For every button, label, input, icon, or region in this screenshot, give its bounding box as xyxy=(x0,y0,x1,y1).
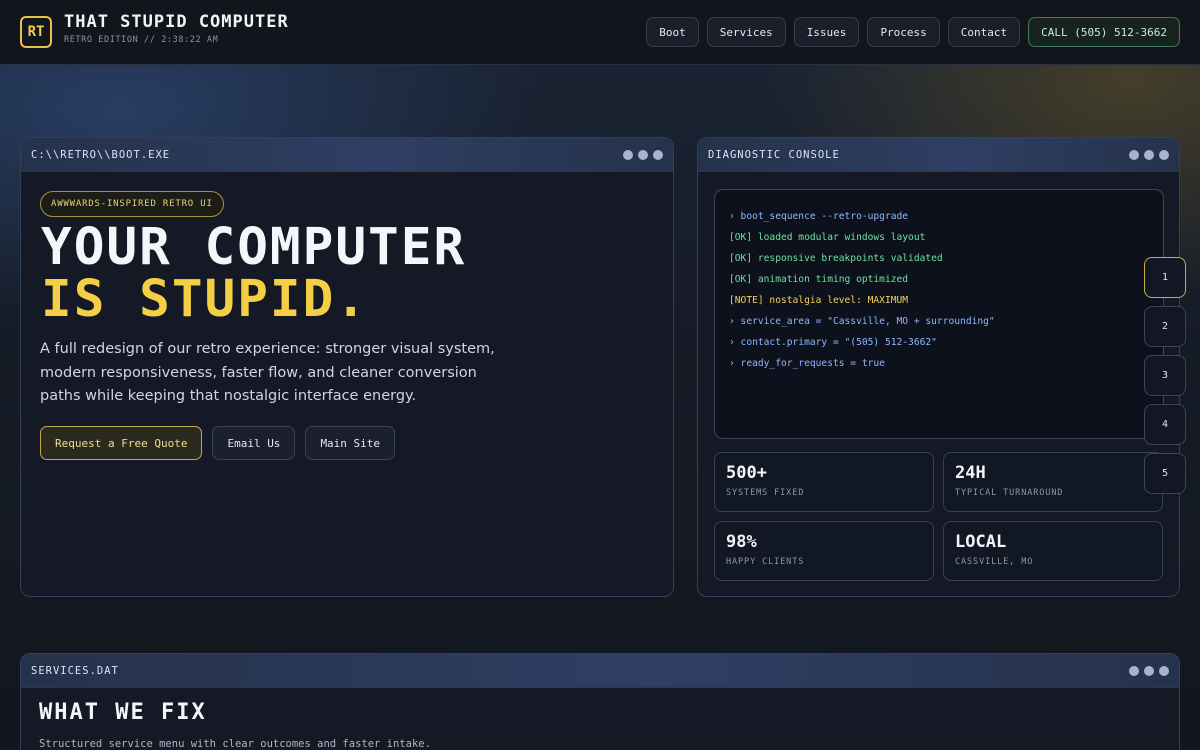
nav-process[interactable]: Process xyxy=(867,17,940,47)
brand-logo[interactable]: RT xyxy=(20,16,52,48)
services-heading: WHAT WE FIX xyxy=(39,700,207,725)
console-output: › boot_sequence --retro-upgrade [OK] loa… xyxy=(714,189,1164,439)
stat-card-systems-fixed: 500+ SYSTEMS FIXED xyxy=(714,452,934,512)
window-dot-icon xyxy=(1129,665,1139,676)
console-line: [NOTE] nostalgia level: MAXIMUM xyxy=(729,295,909,306)
stat-label: HAPPY CLIENTS xyxy=(726,557,805,567)
step-button-1[interactable]: 1 xyxy=(1144,257,1186,298)
diagnostic-window-title: DIAGNOSTIC CONSOLE xyxy=(708,148,840,161)
nav-boot[interactable]: Boot xyxy=(646,17,699,47)
window-dot-icon xyxy=(653,149,663,160)
services-window-titlebar: SERVICES.DAT xyxy=(21,654,1179,688)
window-dot-icon xyxy=(638,149,648,160)
console-line: [OK] responsive breakpoints validated xyxy=(729,253,943,264)
window-dot-icon xyxy=(1129,149,1139,160)
step-button-4[interactable]: 4 xyxy=(1144,404,1186,445)
boot-window: C:\\RETRO\\BOOT.EXE AWWWARDS-INSPIRED RE… xyxy=(20,137,674,597)
stat-card-turnaround: 24H TYPICAL TURNAROUND xyxy=(943,452,1163,512)
window-dot-icon xyxy=(1159,665,1169,676)
window-dot-icon xyxy=(623,149,633,160)
stat-card-happy-clients: 98% HAPPY CLIENTS xyxy=(714,521,934,581)
step-button-5[interactable]: 5 xyxy=(1144,453,1186,494)
hero-headline-line2: IS STUPID. xyxy=(41,270,369,329)
console-line: › boot_sequence --retro-upgrade xyxy=(729,211,909,222)
stat-value: 98% xyxy=(726,532,757,552)
hero-description: A full redesign of our retro experience:… xyxy=(40,341,495,404)
email-us-button[interactable]: Email Us xyxy=(212,426,296,460)
console-line: › ready_for_requests = true xyxy=(729,358,885,369)
stat-label: TYPICAL TURNAROUND xyxy=(955,488,1064,498)
brand-title[interactable]: THAT STUPID COMPUTER xyxy=(64,12,289,32)
diagnostic-window-titlebar: DIAGNOSTIC CONSOLE xyxy=(698,138,1179,172)
hero-cta-group: Request a Free Quote Email Us Main Site xyxy=(40,426,396,460)
stat-label: CASSVILLE, MO xyxy=(955,557,1034,567)
nav-contact[interactable]: Contact xyxy=(947,17,1021,47)
main-site-button[interactable]: Main Site xyxy=(305,426,396,460)
section-step-nav: 1 2 3 4 5 xyxy=(1144,257,1186,494)
window-dot-icon xyxy=(1159,149,1169,160)
nav-services[interactable]: Services xyxy=(706,17,786,47)
console-line: › contact.primary = "(505) 512-3662" xyxy=(729,337,937,348)
stat-value: LOCAL xyxy=(955,532,1007,552)
step-button-2[interactable]: 2 xyxy=(1144,306,1186,347)
stat-label: SYSTEMS FIXED xyxy=(726,488,805,498)
diagnostic-window: DIAGNOSTIC CONSOLE › boot_sequence --ret… xyxy=(697,137,1180,597)
hero-tag-badge: AWWWARDS-INSPIRED RETRO UI xyxy=(40,191,224,217)
stat-value: 500+ xyxy=(726,463,767,483)
window-controls xyxy=(623,149,663,160)
hero-headline: YOUR COMPUTER IS STUPID. xyxy=(41,222,466,326)
window-controls xyxy=(1129,149,1169,160)
hero-headline-line1: YOUR COMPUTER xyxy=(41,218,467,277)
boot-window-titlebar: C:\\RETRO\\BOOT.EXE xyxy=(21,138,673,172)
main-nav: Boot Services Issues Process Contact CAL… xyxy=(646,17,1180,47)
console-line: [OK] animation timing optimized xyxy=(729,274,909,285)
console-line: › service_area = "Cassville, MO + surrou… xyxy=(729,316,995,327)
window-dot-icon xyxy=(1144,665,1154,676)
window-dot-icon xyxy=(1144,149,1154,160)
top-header: RT THAT STUPID COMPUTER RETRO EDITION //… xyxy=(0,0,1200,65)
call-phone-button[interactable]: CALL (505) 512-3662 xyxy=(1028,17,1180,47)
nav-issues[interactable]: Issues xyxy=(793,17,860,47)
console-line: [OK] loaded modular windows layout xyxy=(729,232,926,243)
services-subtitle: Structured service menu with clear outco… xyxy=(39,738,431,750)
request-quote-button[interactable]: Request a Free Quote xyxy=(40,426,203,460)
brand-subtitle-clock: RETRO EDITION // 2:38:22 AM xyxy=(64,35,219,45)
stat-card-local: LOCAL CASSVILLE, MO xyxy=(943,521,1163,581)
boot-window-title: C:\\RETRO\\BOOT.EXE xyxy=(31,148,171,161)
services-window: SERVICES.DAT WHAT WE FIX Structured serv… xyxy=(20,653,1180,750)
window-controls xyxy=(1129,665,1169,676)
step-button-3[interactable]: 3 xyxy=(1144,355,1186,396)
stat-value: 24H xyxy=(955,463,986,483)
services-window-title: SERVICES.DAT xyxy=(31,664,119,677)
